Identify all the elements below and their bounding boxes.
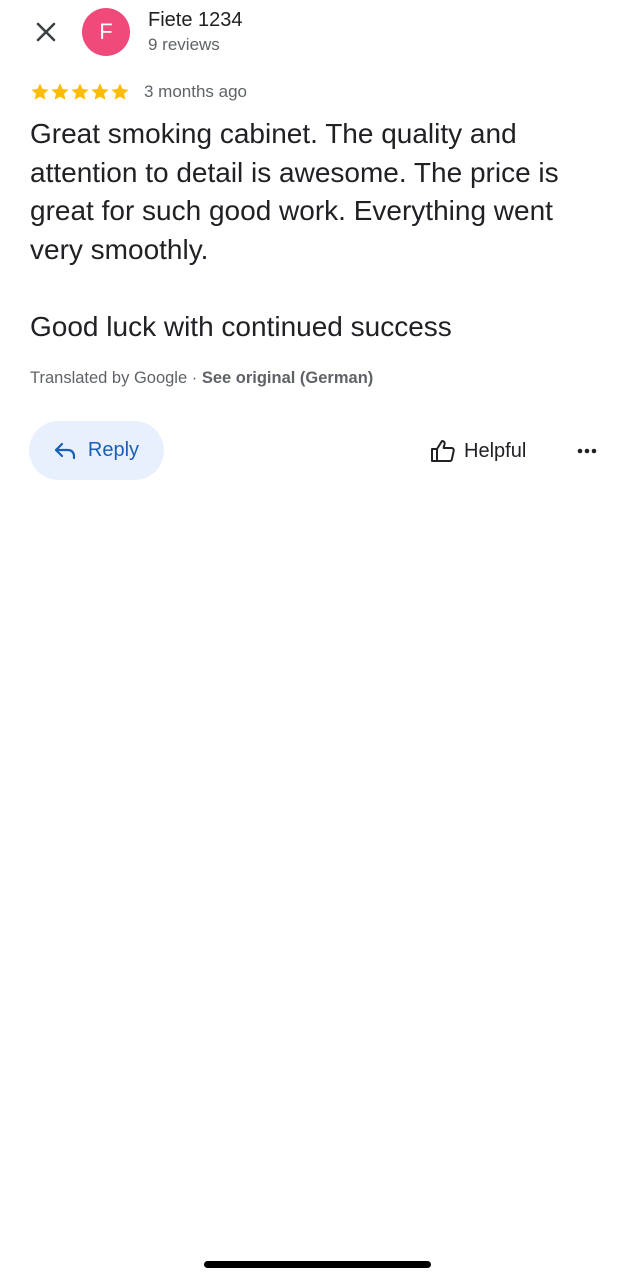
thumbs-up-icon [431,440,455,462]
star-icon [111,83,129,100]
reply-label: Reply [87,439,140,461]
translated-by-label: Translated by Google · [30,369,202,387]
star-icon [51,83,69,100]
translation-note: Translated by Google · See original (Ger… [30,369,373,388]
reply-arrow-icon [54,442,76,459]
star-icon [31,83,49,100]
home-indicator[interactable] [204,1261,431,1268]
star-icon [91,83,109,100]
star-icon [71,83,89,100]
avatar[interactable]: F [82,8,130,56]
review-count: 9 reviews [148,35,220,54]
star-rating [30,82,130,102]
review-date: 3 months ago [144,82,248,101]
avatar-initial: F [99,19,113,44]
see-original-link[interactable]: See original (German) [202,369,373,387]
reviewer-name[interactable]: Fiete 1234 [148,9,243,32]
review-detail-page: F Fiete 1234 9 reviews 3 months ago Grea… [0,0,634,1280]
more-horizontal-icon [577,448,597,454]
close-icon [36,22,56,42]
review-text: Great smoking cabinet. The quality and a… [30,118,559,342]
more-options-button[interactable] [572,436,602,466]
helpful-label: Helpful [464,439,527,462]
helpful-button[interactable]: Helpful [430,432,526,470]
close-button[interactable] [30,16,62,48]
reply-button[interactable]: Reply [29,421,164,480]
rating-row: 3 months ago [30,80,247,104]
